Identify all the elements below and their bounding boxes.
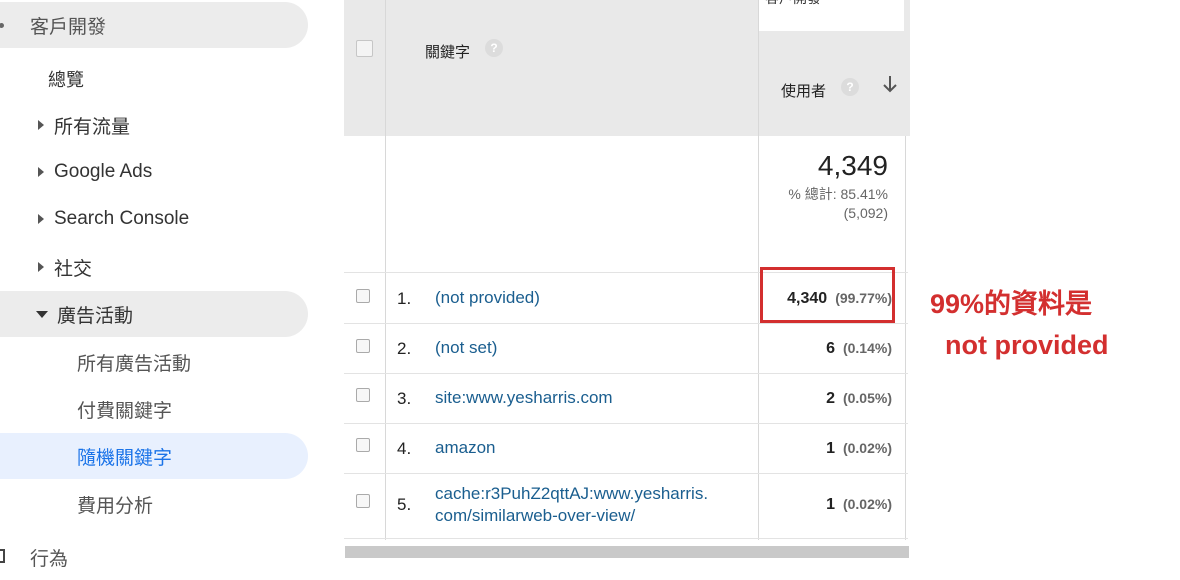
row-divider — [344, 423, 908, 424]
sort-descending-icon[interactable] — [882, 74, 898, 94]
collapse-arrow-icon — [36, 310, 48, 318]
users-column-header[interactable]: 使用者 — [781, 80, 826, 101]
row-checkbox[interactable] — [356, 339, 370, 353]
users-group-header: 客戶開發 — [759, 0, 906, 31]
row-index: 2. — [397, 339, 412, 358]
sidebar-item-behavior[interactable]: 行為 — [0, 534, 68, 580]
keyword-column-header[interactable]: 關鍵字 — [425, 41, 470, 62]
sidebar-item-organic-keywords[interactable]: 隨機關鍵字 — [0, 433, 308, 479]
horizontal-scrollbar[interactable] — [345, 546, 909, 558]
sidebar-item-label: 費用分析 — [77, 495, 154, 517]
keyword-link-line: com/similarweb-over-view/ — [435, 506, 636, 525]
row-checkbox[interactable] — [356, 438, 370, 452]
bullet-icon — [0, 23, 4, 28]
users-total-abs: (5,092) — [843, 205, 888, 221]
users-count: 6 — [826, 340, 835, 357]
row-index: 5. — [397, 495, 412, 514]
sidebar-item-label: 行為 — [30, 548, 69, 570]
sidebar-item-search-console[interactable]: Search Console — [0, 196, 189, 242]
users-count: 1 — [826, 440, 835, 457]
users-value: 2 (0.05%) — [826, 390, 892, 408]
sidebar-item-label: 總覽 — [48, 70, 84, 90]
expand-arrow-icon — [38, 262, 44, 272]
users-value: 1 (0.02%) — [826, 496, 892, 514]
sidebar-item-label: Google Ads — [54, 161, 153, 182]
sidebar-item-label: 廣告活動 — [57, 305, 134, 327]
row-index: 4. — [397, 439, 412, 458]
keyword-link-line: cache:r3PuhZ2qttAJ:www.yesharris. — [435, 484, 709, 503]
row-checkbox[interactable] — [356, 289, 370, 303]
group-header-label: 客戶開發 — [765, 0, 821, 8]
sidebar-item-paid-keywords[interactable]: 付費關鍵字 — [0, 386, 172, 432]
sidebar-item-overview[interactable]: 總覽 — [0, 56, 84, 102]
users-total-pct: % 總計: 85.41% — [788, 186, 888, 202]
keyword-link[interactable]: cache:r3PuhZ2qttAJ:www.yesharris. com/si… — [435, 483, 708, 527]
users-pct: (0.02%) — [842, 440, 892, 456]
column-divider — [385, 0, 386, 540]
select-all-checkbox[interactable] — [356, 40, 373, 57]
sidebar-item-google-ads[interactable]: Google Ads — [0, 149, 152, 195]
expand-arrow-icon — [38, 214, 44, 224]
row-index: 1. — [397, 289, 412, 308]
expand-arrow-icon — [38, 167, 44, 177]
users-pct: (0.05%) — [842, 390, 892, 406]
sidebar-item-social[interactable]: 社交 — [0, 244, 92, 290]
row-divider — [344, 373, 908, 374]
row-divider — [344, 538, 908, 539]
sidebar-nav: 客戶開發 總覽 所有流量 Google Ads Search Console 社… — [0, 0, 344, 570]
sidebar-item-label: 客戶開發 — [30, 16, 107, 38]
column-divider — [758, 0, 759, 540]
keyword-link[interactable]: (not provided) — [435, 287, 540, 309]
sidebar-item-all-traffic[interactable]: 所有流量 — [0, 102, 130, 148]
sidebar-item-label: 所有流量 — [54, 116, 131, 138]
help-icon[interactable]: ? — [841, 78, 859, 96]
row-divider — [344, 473, 908, 474]
row-checkbox[interactable] — [356, 494, 370, 508]
keyword-link[interactable]: amazon — [435, 437, 495, 459]
users-value: 6 (0.14%) — [826, 340, 892, 358]
sidebar-item-label: 隨機關鍵字 — [77, 447, 173, 469]
keyword-link[interactable]: site:www.yesharris.com — [435, 387, 613, 409]
behavior-icon — [0, 549, 5, 563]
sidebar-item-label: 付費關鍵字 — [77, 400, 173, 422]
users-count: 2 — [826, 390, 835, 407]
help-icon[interactable]: ? — [485, 39, 503, 57]
sidebar-item-all-campaigns[interactable]: 所有廣告活動 — [0, 339, 191, 385]
users-pct: (0.14%) — [842, 340, 892, 356]
sidebar-item-acquisition[interactable]: 客戶開發 — [0, 2, 308, 48]
annotation-line-1: 99%的資料是 — [930, 289, 1093, 319]
users-total: 4,349 — [817, 150, 888, 181]
header-edge — [904, 0, 910, 136]
sidebar-item-cost-analysis[interactable]: 費用分析 — [0, 481, 153, 527]
users-value: 1 (0.02%) — [826, 440, 892, 458]
row-checkbox[interactable] — [356, 388, 370, 402]
users-count: 1 — [826, 496, 835, 513]
sidebar-item-label: Search Console — [54, 208, 190, 229]
row-index: 3. — [397, 389, 412, 408]
sidebar-item-label: 社交 — [54, 258, 93, 280]
sidebar-item-campaigns[interactable]: 廣告活動 — [0, 291, 308, 337]
keyword-link[interactable]: (not set) — [435, 337, 497, 359]
expand-arrow-icon — [38, 120, 44, 130]
highlight-box — [760, 267, 895, 323]
annotation-line-2: not provided — [945, 330, 1109, 360]
users-total-detail: % 總計: 85.41% (5,092) — [788, 185, 888, 223]
users-pct: (0.02%) — [842, 496, 892, 512]
row-divider — [344, 323, 908, 324]
sidebar-item-label: 所有廣告活動 — [77, 353, 192, 375]
